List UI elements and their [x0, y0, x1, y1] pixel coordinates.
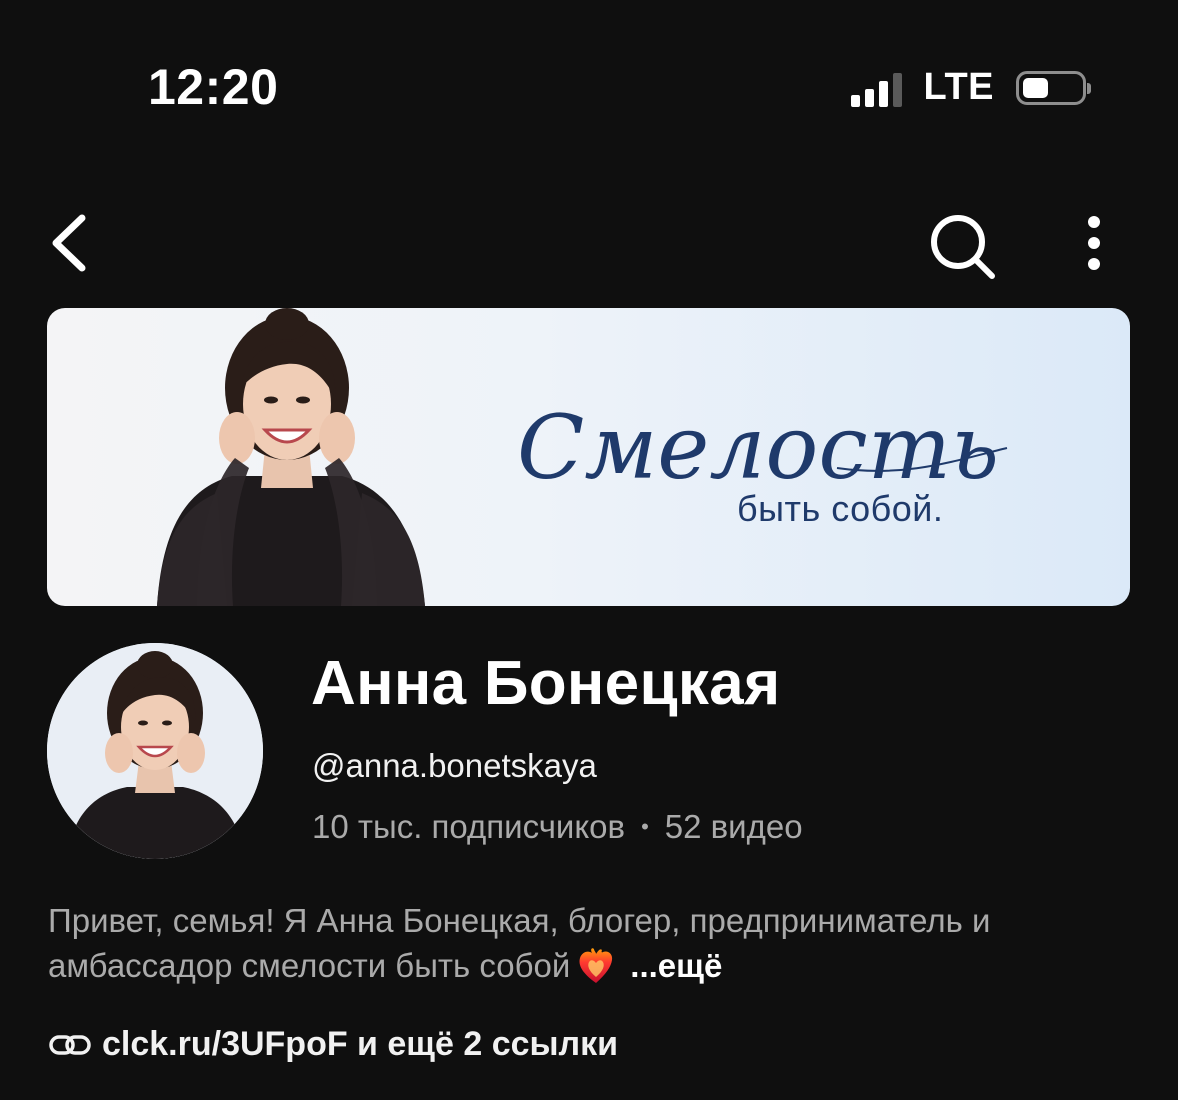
- network-type: LTE: [923, 66, 994, 108]
- signal-icon: [850, 69, 902, 107]
- more-options-button[interactable]: [1076, 214, 1112, 274]
- channel-avatar[interactable]: [47, 643, 263, 859]
- banner-script-text: Смелость: [517, 396, 999, 499]
- banner-tagline: быть собой.: [737, 488, 944, 529]
- stats-separator: •: [641, 814, 649, 839]
- channel-banner: Смелость быть собой.: [47, 308, 1130, 606]
- status-time: 12:20: [148, 59, 279, 115]
- battery-icon: [1016, 70, 1091, 105]
- status-indicators: LTE: [850, 66, 1091, 109]
- battery-level: [1023, 77, 1048, 98]
- link-icon: [49, 1034, 91, 1055]
- search-button[interactable]: [926, 210, 998, 282]
- show-more-link[interactable]: ...ещё: [630, 947, 722, 984]
- banner-portrait-image: [157, 308, 425, 606]
- channel-stats: 10 тыс. подписчиков • 52 видео: [312, 808, 803, 846]
- subscriber-count: 10 тыс. подписчиков: [312, 808, 626, 845]
- channel-screen: 12:20 LTE Смелость быть собой. Анна Боне…: [0, 0, 1178, 1100]
- chevron-left-icon: [52, 214, 86, 272]
- description-text: Привет, семья! Я Анна Бонецкая, блогер, …: [48, 902, 991, 984]
- channel-links[interactable]: clck.ru/3UFpoF и ещё 2 ссылки: [48, 1025, 618, 1064]
- channel-description[interactable]: Привет, семья! Я Анна Бонецкая, блогер, …: [48, 898, 1138, 988]
- channel-handle: @anna.bonetskaya: [312, 747, 597, 784]
- video-count: 52 видео: [664, 808, 803, 845]
- heart-on-fire-icon: [579, 948, 613, 983]
- avatar-image: [47, 643, 263, 859]
- links-text[interactable]: clck.ru/3UFpoF и ещё 2 ссылки: [102, 1025, 618, 1064]
- search-icon: [931, 215, 995, 279]
- more-vertical-icon: [1088, 216, 1100, 270]
- channel-name: Анна Бонецкая: [311, 649, 781, 718]
- back-button[interactable]: [44, 208, 100, 278]
